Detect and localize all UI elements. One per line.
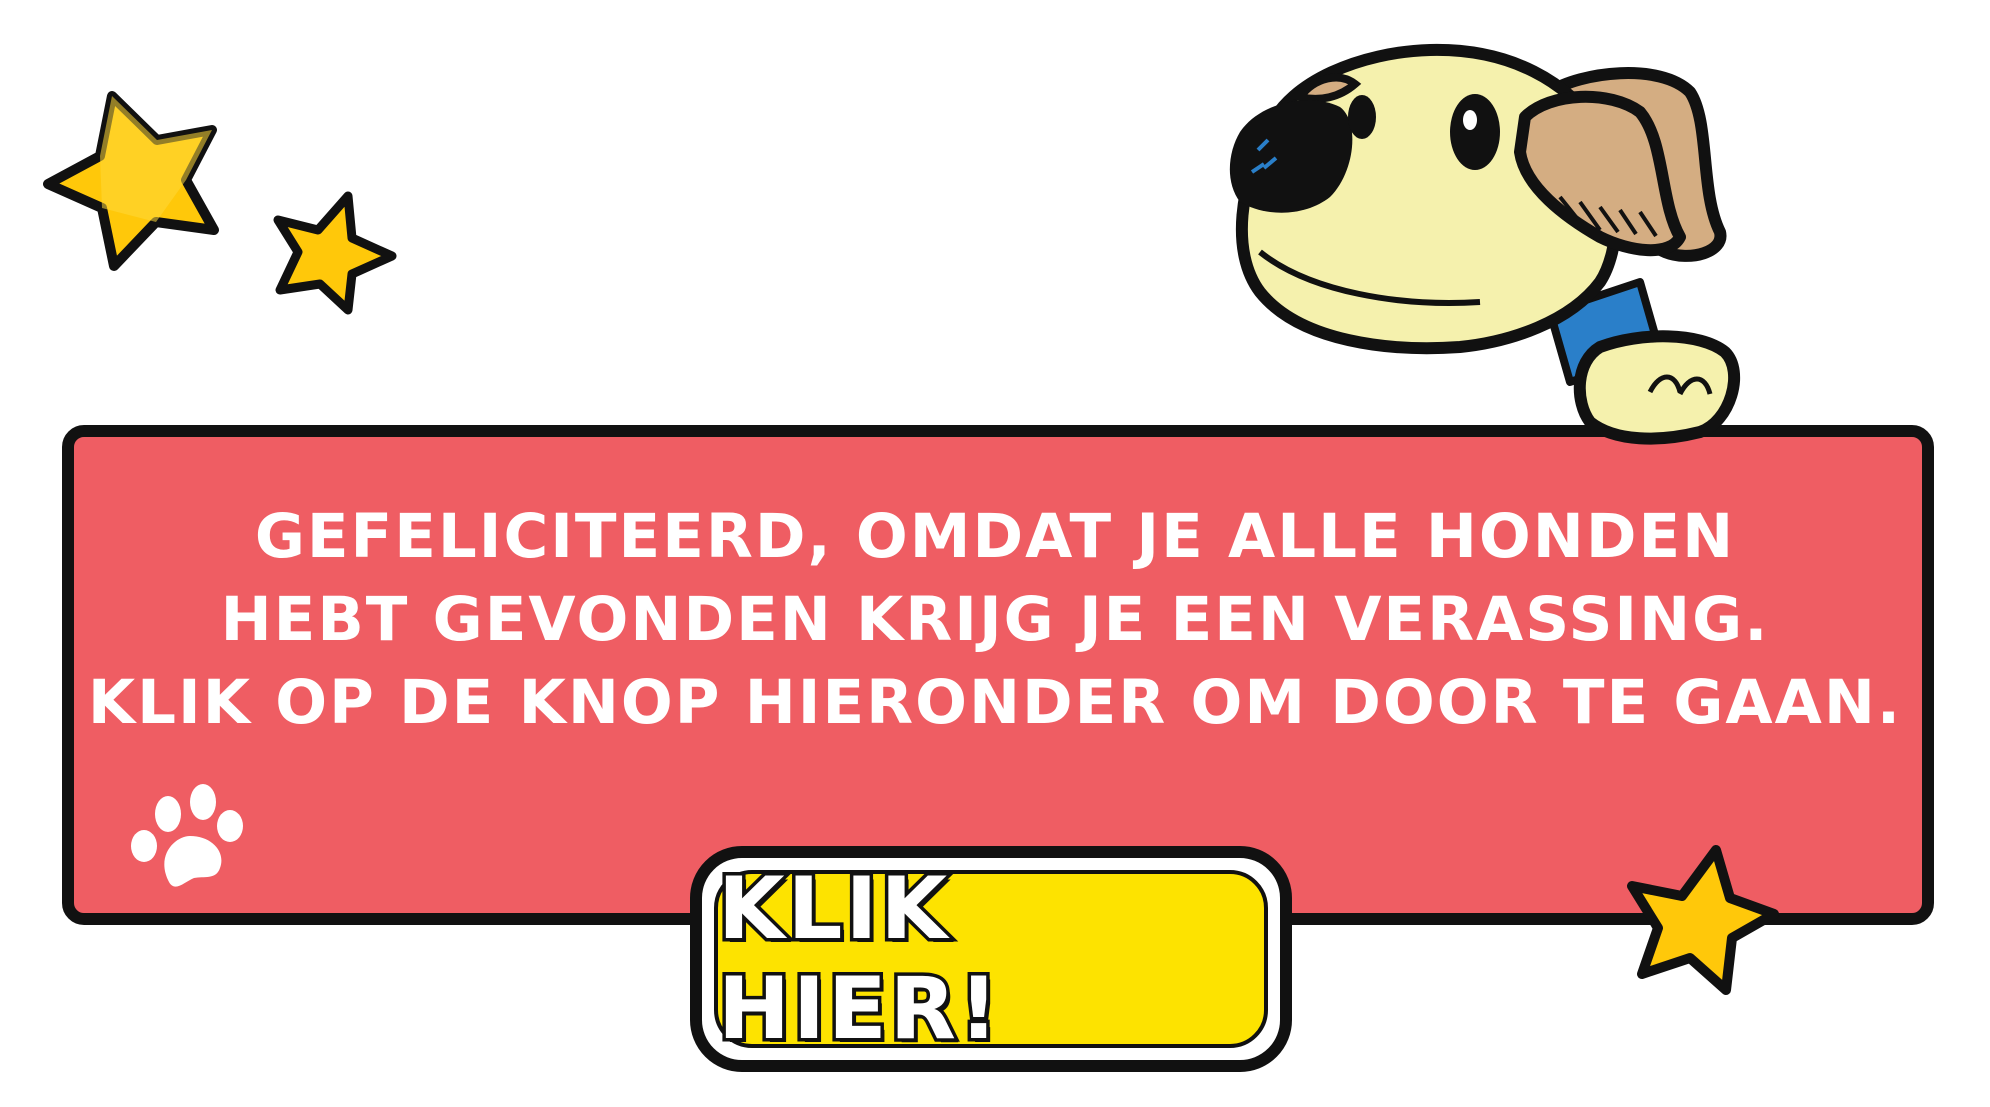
- star-icon: [43, 91, 219, 271]
- congratulations-message: GEFELICITEERD, OMDAT JE ALLE HONDEN HEBT…: [0, 495, 1990, 744]
- paw-icon: [131, 784, 243, 887]
- message-line-1: GEFELICITEERD, OMDAT JE ALLE HONDEN: [254, 501, 1736, 572]
- star-icon: [1627, 845, 1779, 995]
- dog-illustration: [1229, 43, 1740, 445]
- star-icon: [273, 191, 397, 315]
- message-line-2: HEBT GEVONDEN KRIJG JE EEN VERASSING.: [220, 584, 1770, 655]
- congratulations-screen: GEFELICITEERD, OMDAT JE ALLE HONDEN HEBT…: [0, 0, 1990, 1107]
- klik-hier-label: KLIK HIER!: [715, 856, 1002, 1063]
- message-line-3: KLIK OP DE KNOP HIERONDER OM DOOR TE GAA…: [87, 667, 1903, 738]
- klik-hier-button-face[interactable]: KLIK HIER!: [714, 856, 1268, 1063]
- klik-hier-button[interactable]: KLIK HIER!: [690, 846, 1292, 1072]
